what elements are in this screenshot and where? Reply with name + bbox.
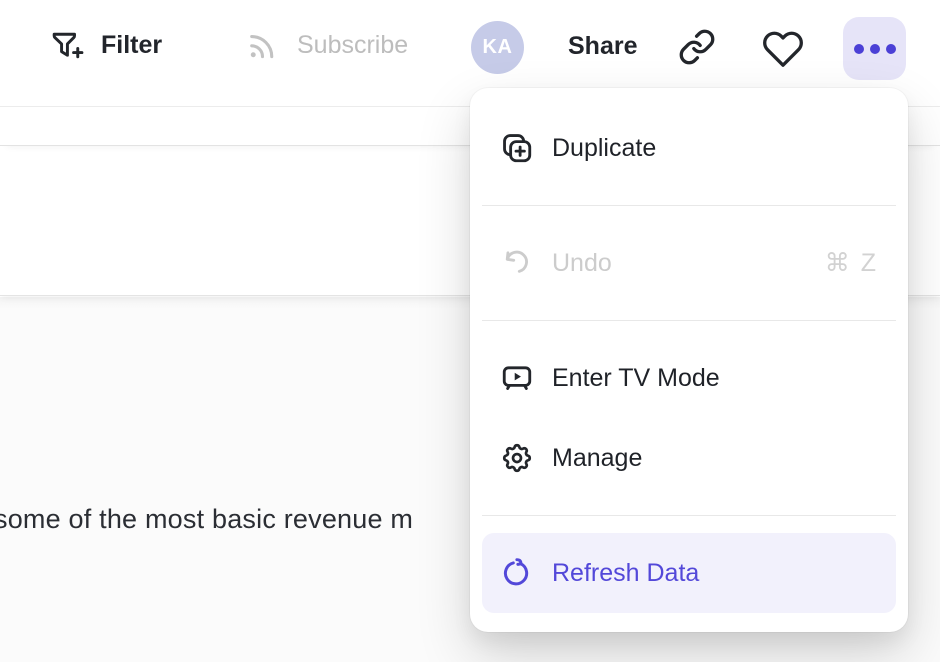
refresh-icon [500, 556, 534, 590]
filter-button[interactable]: Filter [48, 27, 162, 64]
filter-label: Filter [101, 31, 162, 60]
menu-divider [482, 320, 896, 321]
menu-divider [482, 515, 896, 516]
favorite-button[interactable] [762, 28, 804, 75]
tv-icon [500, 361, 534, 395]
link-icon [678, 53, 716, 70]
menu-item-duplicate[interactable]: Duplicate [470, 108, 908, 188]
gear-icon [500, 441, 534, 475]
subscribe-label: Subscribe [297, 31, 408, 60]
avatar-initials: KA [483, 36, 513, 59]
background-partial-text: some of the most basic revenue m [0, 504, 413, 535]
filter-plus-icon [48, 27, 85, 64]
menu-item-shortcut: ⌘ Z [825, 248, 878, 278]
menu-item-label: Duplicate [552, 134, 656, 163]
menu-divider [482, 205, 896, 206]
menu-item-label: Refresh Data [552, 559, 699, 588]
menu-item-undo[interactable]: Undo ⌘ Z [470, 223, 908, 303]
menu-item-enter-tv-mode[interactable]: Enter TV Mode [470, 338, 908, 418]
menu-item-label: Manage [552, 444, 642, 473]
menu-item-label: Enter TV Mode [552, 364, 720, 393]
rss-icon [244, 27, 281, 64]
screen: some of the most basic revenue m Filter … [0, 0, 940, 662]
duplicate-icon [500, 131, 534, 165]
copy-link-button[interactable] [678, 28, 716, 71]
ellipsis-icon [854, 44, 896, 54]
more-options-button[interactable] [843, 17, 906, 80]
menu-item-refresh-data[interactable]: Refresh Data [482, 533, 896, 613]
menu-item-label: Undo [552, 249, 612, 278]
dropdown-menu: Duplicate Undo ⌘ Z Enter TV M [470, 88, 908, 632]
share-label: Share [568, 32, 637, 61]
avatar[interactable]: KA [471, 21, 524, 74]
subscribe-button[interactable]: Subscribe [244, 27, 408, 64]
menu-item-manage[interactable]: Manage [470, 418, 908, 498]
heart-icon [762, 57, 804, 74]
undo-icon [500, 246, 534, 280]
share-button[interactable]: Share [568, 32, 637, 61]
